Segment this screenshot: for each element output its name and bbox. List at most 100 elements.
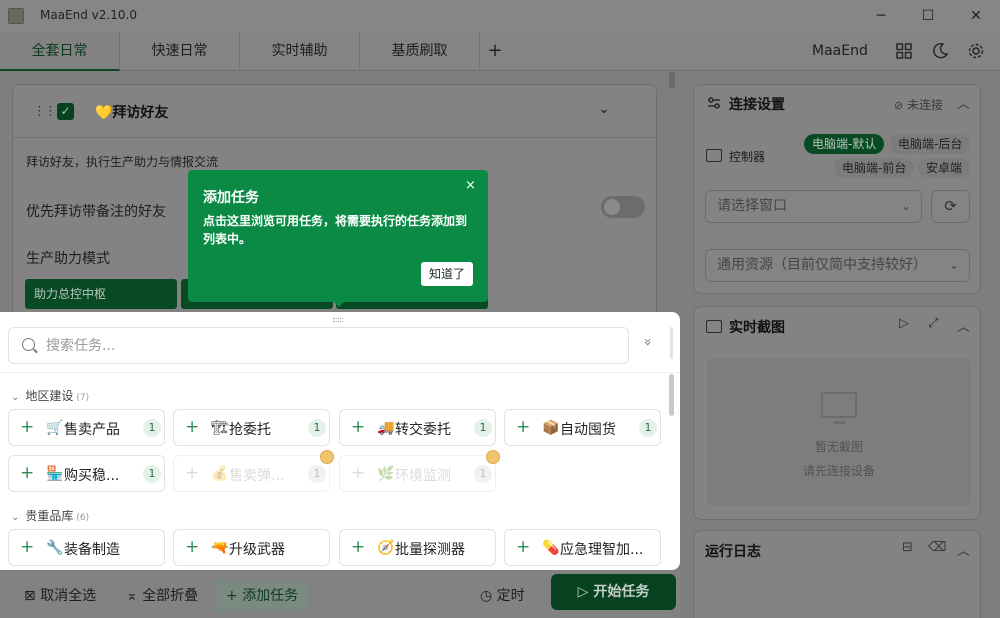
task-enabled-checkbox[interactable]: ✓ (57, 103, 74, 120)
controller-chip-pc-default[interactable]: 电脑端-默认 (804, 134, 885, 154)
controller-label: 控制器 (729, 150, 766, 164)
connection-title: 连接设置 (729, 97, 785, 113)
task-item-buy-stable[interactable]: + 🏪 购买稳... 1 (8, 455, 165, 492)
coin-icon (320, 450, 334, 464)
title-bar: MaaEnd v2.10.0 ─ ☐ ✕ (0, 0, 1000, 32)
search-scrollbar[interactable] (670, 327, 673, 359)
brand-label: MaaEnd (812, 43, 868, 59)
square-x-icon: ⊠ (24, 588, 36, 604)
monitor-icon (706, 320, 722, 333)
monitor-icon (706, 149, 722, 162)
maximize-button[interactable]: ☐ (910, 4, 946, 28)
timer-button[interactable]: ◷ 定时 (470, 580, 535, 612)
option-label: 优先拜访带备注的好友 (26, 204, 166, 220)
refresh-button[interactable]: ⟳ (931, 190, 970, 223)
tab-quick-daily[interactable]: 快速日常 (120, 32, 240, 71)
controller-chip-android[interactable]: 安卓端 (918, 158, 971, 178)
count-badge: 1 (143, 419, 161, 437)
count-badge: 1 (474, 419, 492, 437)
monitor-icon (821, 392, 857, 424)
tab-realtime-assist[interactable]: 实时辅助 (240, 32, 360, 71)
tooltip-title: 添加任务 (203, 190, 259, 206)
collapse-icon: ⌅ (126, 588, 138, 604)
scrollbar[interactable] (669, 72, 675, 88)
add-task-tooltip: 添加任务 × 点击这里浏览可用任务，将需要执行的任务添加到列表中。 知道了 (188, 170, 488, 307)
category-header-valuables[interactable]: ⌄ 贵重品库 (6) (11, 507, 89, 524)
tooltip-ok-button[interactable]: 知道了 (421, 262, 473, 286)
tooltip-body: 点击这里浏览可用任务，将需要执行的任务添加到列表中。 (203, 214, 468, 246)
grid-icon[interactable] (894, 41, 914, 61)
archive-icon[interactable]: ⊟ (902, 540, 913, 555)
plus-icon: + (185, 537, 200, 557)
task-item-sell-products[interactable]: + 🛒 售卖产品 1 (8, 409, 165, 446)
task-card-header[interactable]: ⋮⋮ ✓ 💛拜访好友 ⌄ (13, 85, 656, 138)
controller-chip-pc-foreground[interactable]: 电脑端-前台 (834, 158, 915, 178)
eraser-icon[interactable]: ⌫ (928, 540, 946, 555)
screenshot-hint-text: 请先连接设备 (802, 464, 875, 478)
panel-scrollbar[interactable] (669, 374, 674, 416)
clock-icon: ◷ (480, 588, 493, 604)
window-select[interactable]: 请选择窗口 ⌄ (705, 190, 922, 223)
screenshot-title: 实时截图 (729, 320, 785, 336)
app-logo-icon (8, 8, 24, 24)
play-icon[interactable]: ▷ (899, 316, 909, 331)
mode-option-1[interactable]: 助力总控中枢 (25, 279, 177, 309)
divider (0, 372, 680, 373)
collapse-all-button[interactable]: ⌅ 全部折叠 (116, 580, 208, 612)
collapse-icon[interactable]: ︿ (957, 93, 970, 112)
count-badge: 1 (308, 465, 326, 483)
task-card-description: 拜访好友，执行生产助力与情报交流 (26, 155, 219, 169)
minimize-button[interactable]: ─ (863, 4, 899, 28)
gear-icon[interactable] (966, 41, 986, 61)
truck-icon: 🚚 (377, 420, 395, 436)
screenshot-empty-text: 暂无截图 (814, 440, 863, 454)
add-task-button[interactable]: + 添加任务 (216, 580, 309, 612)
task-item-batch-detector[interactable]: + 🧭 批量探测器 (339, 529, 496, 566)
chevron-down-icon: ⌄ (900, 199, 911, 213)
connection-status: ⊘ 未连接 (894, 98, 944, 112)
task-item-upgrade-weapon[interactable]: + 🔫 升级武器 (173, 529, 330, 566)
task-card-title: 💛拜访好友 (95, 105, 169, 121)
tab-matrix-farming[interactable]: 基质刷取 (360, 32, 480, 71)
plus-icon: + (185, 463, 200, 483)
start-task-button[interactable]: ▷ 开始任务 (551, 574, 676, 610)
controller-chip-pc-background[interactable]: 电脑端-后台 (890, 134, 971, 154)
add-tab-button[interactable]: + (480, 32, 510, 71)
screenshot-placeholder: 暂无截图 请先连接设备 (707, 358, 971, 506)
close-icon[interactable]: × (465, 178, 476, 193)
fullscreen-icon[interactable]: ⤢ (928, 316, 938, 331)
wrench-icon: 🔧 (46, 540, 64, 556)
task-search-box[interactable] (8, 327, 629, 364)
deselect-all-button[interactable]: ⊠ 取消全选 (14, 580, 106, 612)
resize-grip-icon[interactable] (333, 318, 343, 322)
sliders-icon (708, 97, 720, 109)
task-item-auto-stockpile[interactable]: + 📦 自动囤货 1 (504, 409, 661, 446)
tab-full-daily[interactable]: 全套日常 (0, 32, 120, 71)
count-badge: 1 (639, 419, 657, 437)
drag-handle-icon[interactable]: ⋮⋮ (33, 104, 57, 119)
collapse-icon[interactable]: ︿ (957, 316, 970, 335)
task-item-transfer-commission[interactable]: + 🚚 转交委托 1 (339, 409, 496, 446)
window-title: MaaEnd v2.10.0 (40, 8, 137, 22)
collapse-icon[interactable]: ︿ (957, 540, 970, 559)
task-search-input[interactable] (46, 336, 606, 356)
task-item-equipment-craft[interactable]: + 🔧 装备制造 (8, 529, 165, 566)
plus-icon: + (351, 537, 366, 557)
chevrons-down-icon[interactable]: » (639, 338, 655, 347)
prefer-noted-friends-toggle[interactable] (601, 196, 645, 218)
task-item-grab-commission[interactable]: + 🏗 抢委托 1 (173, 409, 330, 446)
plus-icon: + (516, 417, 531, 437)
plus-icon: + (516, 537, 531, 557)
box-icon: 📦 (542, 420, 560, 436)
moon-icon[interactable] (930, 41, 950, 61)
plus-icon: + (20, 417, 35, 437)
shop-icon: 🏪 (46, 466, 64, 482)
close-window-button[interactable]: ✕ (958, 4, 994, 28)
count-badge: 1 (308, 419, 326, 437)
task-item-emergency-sanity[interactable]: + 💊 应急理智加... (504, 529, 661, 566)
plus-icon: + (185, 417, 200, 437)
pill-icon: 💊 (542, 540, 560, 556)
resource-select[interactable]: 通用资源（目前仅简中支持较好） ⌄ (705, 249, 970, 282)
chevron-down-icon[interactable]: ⌄ (598, 101, 610, 117)
category-header-region-building[interactable]: ⌄ 地区建设 (7) (11, 387, 89, 404)
